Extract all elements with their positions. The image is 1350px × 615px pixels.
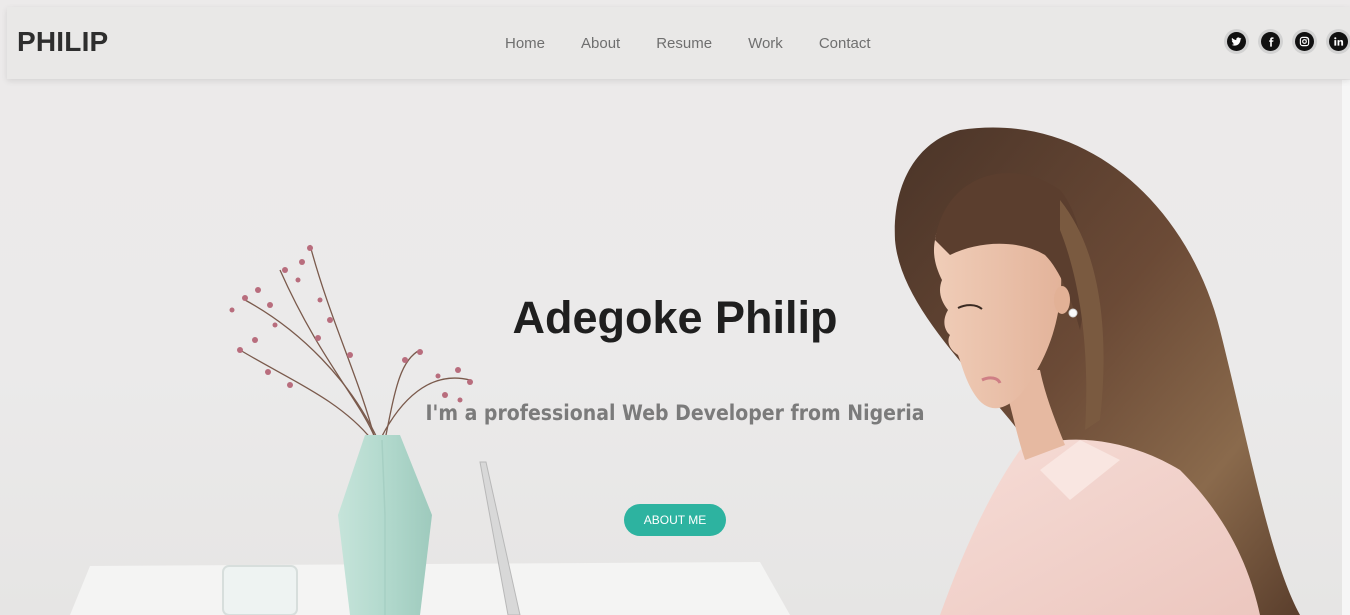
linkedin-icon — [1329, 32, 1348, 51]
about-me-button[interactable]: ABOUT ME — [624, 504, 726, 536]
linkedin-link[interactable] — [1326, 29, 1350, 54]
nav-about[interactable]: About — [581, 35, 620, 52]
brand-logo[interactable]: PHILIP — [17, 26, 108, 58]
facebook-icon — [1261, 32, 1280, 51]
hero-title: Adegoke Philip — [512, 292, 838, 343]
nav-work[interactable]: Work — [748, 35, 783, 52]
nav-home[interactable]: Home — [505, 35, 545, 52]
hero-subtitle: I'm a professional Web Developer from Ni… — [425, 401, 925, 425]
twitter-icon — [1227, 32, 1246, 51]
instagram-link[interactable] — [1292, 29, 1317, 54]
facebook-link[interactable] — [1258, 29, 1283, 54]
nav-links: Home About Resume Work Contact — [505, 35, 907, 52]
nav-contact[interactable]: Contact — [819, 35, 871, 52]
nav-resume[interactable]: Resume — [656, 35, 712, 52]
social-links — [1224, 29, 1350, 54]
hero-section: Adegoke Philip I'm a professional Web De… — [0, 0, 1350, 615]
instagram-icon — [1295, 32, 1314, 51]
twitter-link[interactable] — [1224, 29, 1249, 54]
top-navbar: PHILIP Home About Resume Work Contact — [7, 7, 1350, 79]
